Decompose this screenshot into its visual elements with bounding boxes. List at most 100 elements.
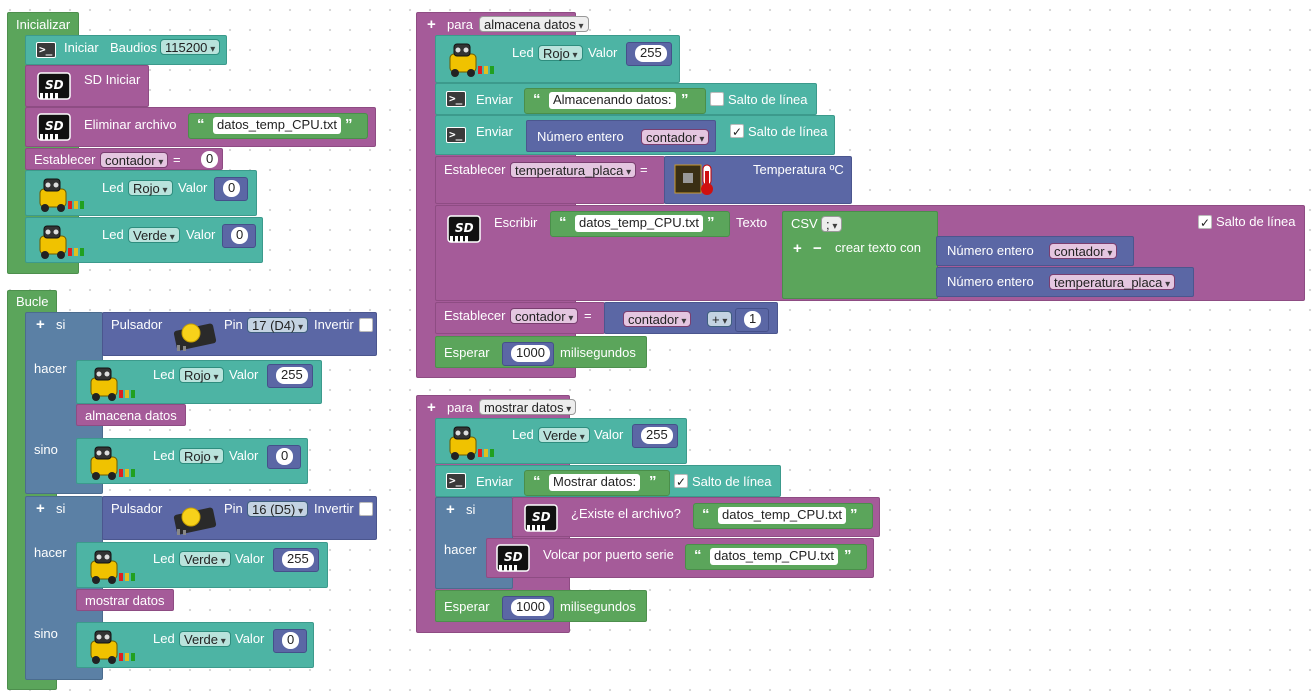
plus-icon[interactable]: + — [427, 400, 436, 415]
number-block[interactable]: 1000 — [502, 342, 554, 366]
led-color-dropdown[interactable]: Rojo — [538, 45, 583, 61]
call-procedure-block[interactable]: mostrar datos — [76, 589, 174, 611]
number-block[interactable]: 255 — [632, 424, 678, 448]
serial-begin-block[interactable]: >_ Iniciar Baudios 115200 — [25, 35, 227, 65]
number-block[interactable]: 0 — [214, 177, 248, 201]
number-block[interactable]: 1 — [735, 308, 769, 332]
string-input[interactable]: datos_temp_CPU.txt — [710, 548, 838, 565]
string-block[interactable]: “ datos_temp_CPU.txt ” — [188, 113, 368, 139]
invert-checkbox[interactable] — [359, 502, 373, 516]
procedure-name-field[interactable]: almacena datos — [479, 16, 589, 32]
string-input[interactable]: Almacenando datos: — [549, 92, 676, 109]
variable-dropdown[interactable]: contador — [510, 308, 579, 324]
number-block[interactable]: 0 — [222, 224, 256, 248]
number-block[interactable]: 255 — [626, 42, 672, 66]
number-input[interactable]: 0 — [223, 180, 241, 197]
variable-dropdown[interactable]: contador — [1049, 243, 1118, 259]
number-block[interactable]: 0 — [273, 629, 307, 653]
operator-dropdown[interactable]: + — [707, 311, 733, 327]
led-color-dropdown[interactable]: Verde — [128, 227, 180, 243]
led-block[interactable]: Led Verde Valor 255 — [435, 418, 687, 464]
led-color-dropdown[interactable]: Rojo — [179, 367, 224, 383]
led-block[interactable]: Led Verde Valor 0 — [25, 217, 263, 263]
led-color-dropdown[interactable]: Rojo — [128, 180, 173, 196]
number-input[interactable]: 255 — [635, 45, 667, 62]
csv-block[interactable]: CSV ; + − crear texto con — [782, 211, 938, 299]
number-input[interactable]: 255 — [282, 551, 314, 568]
number-input[interactable]: 1000 — [511, 599, 550, 616]
newline-checkbox[interactable]: ✓ — [1198, 215, 1212, 230]
file-exists-block[interactable]: ¿Existe el archivo? “ datos_temp_CPU.txt… — [512, 497, 880, 537]
number-block[interactable]: 255 — [273, 548, 319, 572]
number-input[interactable]: 1000 — [511, 345, 550, 362]
led-block[interactable]: Led Rojo Valor 0 — [25, 170, 257, 216]
temperature-block[interactable]: Temperatura ºC — [664, 156, 852, 204]
led-color-dropdown[interactable]: Verde — [538, 427, 590, 443]
button-block[interactable]: Pulsador Pin 16 (D5) Invertir — [102, 496, 377, 540]
number-block[interactable]: 0 — [267, 445, 301, 469]
number-input[interactable]: 1 — [744, 311, 762, 328]
pin-dropdown[interactable]: 16 (D5) — [247, 501, 309, 517]
led-color-dropdown[interactable]: Rojo — [179, 448, 224, 464]
serial-print-block[interactable]: >_ Enviar Número entero contador ✓ Salto… — [435, 115, 835, 155]
string-block[interactable]: “ datos_temp_CPU.txt ” — [550, 211, 730, 237]
variable-dropdown[interactable]: contador — [100, 152, 169, 168]
led-block[interactable]: Led Verde Valor 0 — [76, 622, 314, 668]
set-variable-block[interactable]: Establecer contador = — [435, 302, 605, 334]
delete-file-block[interactable]: Eliminar archivo “ datos_temp_CPU.txt ” — [25, 107, 376, 147]
led-color-dropdown[interactable]: Verde — [179, 631, 231, 647]
newline-checkbox[interactable]: ✓ — [674, 474, 688, 489]
integer-block[interactable]: Número entero temperatura_placa — [936, 267, 1194, 297]
string-block[interactable]: “ Mostrar datos: ” — [524, 470, 670, 496]
number-block[interactable]: 1000 — [502, 596, 554, 620]
csv-separator-dropdown[interactable]: ; — [821, 216, 843, 232]
dump-serial-block[interactable]: Volcar por puerto serie “ datos_temp_CPU… — [486, 538, 874, 578]
arithmetic-block[interactable]: contador + 1 — [604, 302, 778, 334]
variable-dropdown[interactable]: contador — [623, 311, 692, 327]
newline-checkbox[interactable]: ✓ — [730, 124, 744, 139]
variable-dropdown[interactable]: temperatura_placa — [1049, 274, 1176, 290]
string-input[interactable]: Mostrar datos: — [549, 474, 641, 491]
wait-block[interactable]: Esperar 1000 milisegundos — [435, 590, 647, 622]
wait-block[interactable]: Esperar 1000 milisegundos — [435, 336, 647, 368]
variable-dropdown[interactable]: contador — [641, 129, 710, 145]
string-input[interactable]: datos_temp_CPU.txt — [575, 215, 703, 232]
string-input[interactable]: datos_temp_CPU.txt — [718, 507, 846, 524]
plus-icon[interactable]: + — [36, 501, 45, 516]
minus-icon[interactable]: − — [813, 241, 822, 256]
led-block[interactable]: Led Verde Valor 255 — [76, 542, 328, 588]
integer-block[interactable]: Número entero contador — [936, 236, 1134, 266]
led-block[interactable]: Led Rojo Valor 255 — [435, 35, 680, 83]
number-input[interactable]: 0 — [276, 448, 294, 465]
call-procedure-block[interactable]: almacena datos — [76, 404, 186, 426]
number-block[interactable]: 255 — [267, 364, 313, 388]
plus-icon[interactable]: + — [793, 241, 802, 256]
serial-print-block[interactable]: >_ Enviar “ Mostrar datos: ” ✓ Salto de … — [435, 465, 781, 497]
number-input[interactable]: 0 — [282, 632, 300, 649]
set-variable-block[interactable]: Establecer temperatura_placa = — [435, 156, 665, 204]
sd-write-block[interactable]: Escribir “ datos_temp_CPU.txt ” Texto CS… — [435, 205, 1305, 301]
number-input[interactable]: 255 — [641, 427, 673, 444]
pin-dropdown[interactable]: 17 (D4) — [247, 317, 309, 333]
led-block[interactable]: Led Rojo Valor 255 — [76, 360, 322, 404]
number-input[interactable]: 255 — [276, 367, 308, 384]
newline-checkbox[interactable] — [710, 92, 724, 106]
plus-icon[interactable]: + — [446, 502, 455, 517]
number-input[interactable]: 0 — [231, 227, 249, 244]
string-input[interactable]: datos_temp_CPU.txt — [213, 117, 341, 134]
string-block[interactable]: “ datos_temp_CPU.txt ” — [693, 503, 873, 529]
baud-dropdown[interactable]: 115200 — [160, 39, 221, 55]
led-block[interactable]: Led Rojo Valor 0 — [76, 438, 308, 484]
plus-icon[interactable]: + — [36, 317, 45, 332]
variable-dropdown[interactable]: temperatura_placa — [510, 162, 637, 178]
sd-init-block[interactable]: SD Iniciar — [25, 65, 149, 107]
led-color-dropdown[interactable]: Verde — [179, 551, 231, 567]
serial-print-block[interactable]: >_ Enviar “ Almacenando datos: ” Salto d… — [435, 83, 817, 115]
plus-icon[interactable]: + — [427, 17, 436, 32]
number-input[interactable]: 0 — [201, 151, 219, 168]
string-block[interactable]: “ datos_temp_CPU.txt ” — [685, 544, 867, 570]
integer-block[interactable]: Número entero contador — [526, 120, 716, 152]
set-variable-block[interactable]: Establecer contador = 0 — [25, 148, 223, 170]
invert-checkbox[interactable] — [359, 318, 373, 332]
string-block[interactable]: “ Almacenando datos: ” — [524, 88, 706, 114]
